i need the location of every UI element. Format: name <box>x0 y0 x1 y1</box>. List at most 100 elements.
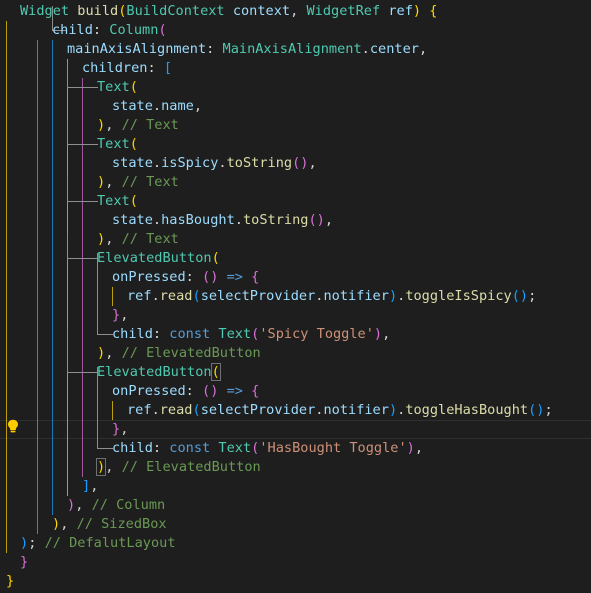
code-token: // Column <box>91 497 166 513</box>
code-line[interactable]: state.hasBought.toString(), <box>112 211 333 230</box>
code-token: notifier <box>323 402 389 418</box>
lightbulb-icon[interactable] <box>7 419 19 433</box>
code-line[interactable]: ), // Text <box>97 116 179 135</box>
code-token: // Text <box>121 117 179 133</box>
code-token: center <box>369 41 419 57</box>
code-token: ElevatedButton <box>97 364 212 380</box>
code-line[interactable]: } <box>6 572 14 591</box>
code-token: ) <box>20 535 29 551</box>
code-token: ) <box>67 497 76 513</box>
code-line[interactable]: Text( <box>97 78 138 97</box>
code-token: () <box>202 269 219 285</box>
code-token: Widget <box>20 3 78 19</box>
code-line[interactable]: ElevatedButton( <box>97 363 221 382</box>
widget-tree-connector <box>67 234 98 259</box>
code-token: // ElevatedButton <box>121 459 261 475</box>
code-line[interactable]: mainAxisAlignment: MainAxisAlignment.cen… <box>67 40 427 59</box>
code-token: . <box>234 212 243 228</box>
code-token: toggleIsSpicy <box>405 288 512 304</box>
code-line[interactable]: children: [ <box>82 59 172 78</box>
code-token: ref <box>127 288 152 304</box>
code-token: () <box>511 288 529 304</box>
code-token: name <box>161 98 194 114</box>
code-token: => <box>218 269 252 285</box>
code-token: state <box>112 155 153 171</box>
code-token: selectProvider <box>200 288 316 304</box>
code-line[interactable]: child: Column( <box>52 21 167 40</box>
code-line[interactable]: ref.read(selectProvider.notifier).toggle… <box>127 287 536 306</box>
code-token: ( <box>129 136 138 152</box>
code-token: ( <box>210 363 221 381</box>
code-token: . <box>361 41 370 57</box>
code-token: , <box>105 117 122 133</box>
code-token: BuildContext <box>126 3 233 19</box>
code-line[interactable]: onPressed: () => { <box>112 268 259 287</box>
code-token: . <box>152 212 162 228</box>
code-line[interactable]: onPressed: () => { <box>112 382 259 401</box>
code-line[interactable]: child: const Text('Spicy Toggle'), <box>112 325 390 344</box>
code-token: Text <box>97 79 130 95</box>
code-token: 'Spicy Toggle' <box>259 326 374 342</box>
code-token: toString <box>242 212 309 228</box>
widget-tree-connector <box>67 120 98 145</box>
code-line[interactable]: }, <box>112 420 128 439</box>
code-line[interactable]: state.name, <box>112 97 202 116</box>
code-token: ) <box>373 326 383 342</box>
code-line[interactable]: state.isSpicy.toString(), <box>112 154 317 173</box>
code-token: : <box>92 22 110 38</box>
code-line[interactable]: ), // Text <box>97 230 179 249</box>
code-token: ] <box>82 478 91 494</box>
code-line[interactable]: ), // Text <box>97 173 179 192</box>
code-token: , <box>324 212 334 228</box>
code-token: onPressed <box>112 383 186 399</box>
code-line[interactable]: }, <box>112 306 128 325</box>
code-token: () <box>308 212 325 228</box>
code-token: { <box>251 269 260 285</box>
code-token: // Text <box>121 231 179 247</box>
code-token: ) <box>388 402 398 418</box>
code-line[interactable]: ElevatedButton( <box>97 249 220 268</box>
code-line[interactable]: ], <box>82 477 98 496</box>
code-token: ( <box>129 79 138 95</box>
code-token: ) <box>388 288 398 304</box>
widget-tree-connector <box>67 329 98 373</box>
code-token: Text <box>218 326 252 342</box>
code-token: ; <box>28 535 45 551</box>
code-token: , <box>105 459 122 475</box>
code-line[interactable]: ), // Column <box>67 496 165 515</box>
code-token: ref <box>127 402 152 418</box>
code-line[interactable]: ), // SizedBox <box>52 515 167 534</box>
code-editor[interactable]: Widget build (BuildContext context, Widge… <box>0 0 591 593</box>
code-line[interactable]: ref.read(selectProvider.notifier).toggle… <box>127 401 553 420</box>
code-token: . <box>151 288 160 304</box>
code-token: // SizedBox <box>76 516 167 532</box>
code-token: () <box>528 402 545 418</box>
code-token: : <box>185 269 203 285</box>
code-token: // DefalutLayout <box>44 535 176 551</box>
code-token: const <box>169 440 219 456</box>
code-token: , <box>414 440 424 456</box>
code-token: toString <box>226 155 293 171</box>
code-line[interactable]: Text( <box>97 192 138 211</box>
code-token: onPressed <box>112 269 186 285</box>
code-token: state <box>112 98 153 114</box>
code-token: toggleHasBought <box>405 402 529 418</box>
code-line[interactable]: Widget build(BuildContext context, Widge… <box>20 2 437 21</box>
code-token: , <box>193 98 203 114</box>
code-token: const <box>169 326 219 342</box>
indent-guide <box>6 21 7 553</box>
indent-guide <box>37 40 38 534</box>
code-token: () <box>202 383 219 399</box>
code-line[interactable]: child: const Text('HasBought Toggle'), <box>112 439 423 458</box>
code-line[interactable]: ), // ElevatedButton <box>95 458 261 477</box>
code-line[interactable]: ); // DefalutLayout <box>20 534 176 553</box>
code-token: context <box>232 3 291 19</box>
code-line[interactable]: Text( <box>97 135 138 154</box>
code-token: . <box>151 402 160 418</box>
code-token: ) <box>97 345 106 361</box>
code-token: : <box>152 326 170 342</box>
code-token: mainAxisAlignment <box>67 41 207 57</box>
code-line[interactable]: } <box>20 553 28 572</box>
code-line[interactable]: ), // ElevatedButton <box>97 344 261 363</box>
code-token: build <box>77 3 119 19</box>
